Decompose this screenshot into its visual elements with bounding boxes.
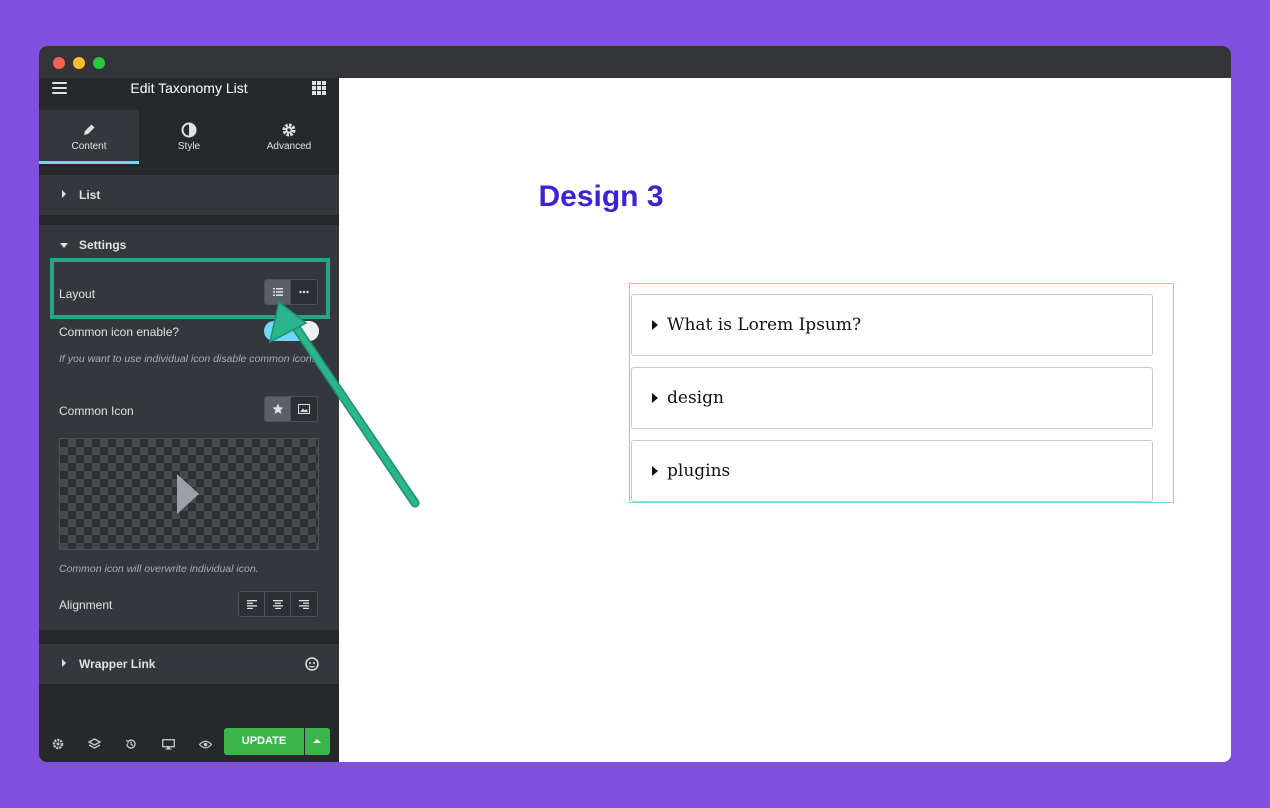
panel-title: Edit Taxonomy List: [130, 80, 248, 96]
gear-icon: [239, 122, 339, 138]
list-item-label: What is Lorem Ipsum?: [667, 315, 862, 335]
panel-header: Edit Taxonomy List: [39, 78, 339, 100]
taxonomy-list-widget[interactable]: What is Lorem Ipsum? design plugins: [629, 283, 1174, 503]
common-icon-toggle[interactable]: Yes: [264, 321, 319, 341]
minimize-window-button[interactable]: [73, 57, 85, 69]
caret-up-icon: [313, 739, 321, 743]
zoom-window-button[interactable]: [93, 57, 105, 69]
tab-content[interactable]: Content: [39, 110, 139, 164]
align-center-button[interactable]: [265, 592, 291, 616]
close-window-button[interactable]: [53, 57, 65, 69]
caret-right-preview-icon: [177, 474, 199, 514]
caret-right-icon: [62, 659, 66, 667]
section-wrapper-link-label: Wrapper Link: [79, 657, 156, 671]
menu-icon[interactable]: [52, 82, 67, 95]
caret-right-icon: [652, 320, 658, 330]
list-item[interactable]: plugins: [631, 440, 1153, 502]
layers-icon[interactable]: [87, 737, 101, 751]
app-window: Edit Taxonomy List Content Style Advance…: [39, 46, 1231, 762]
page-heading: Design 3: [538, 180, 664, 213]
image-icon: [298, 404, 310, 414]
align-right-icon: [299, 599, 309, 609]
icon-note: Common icon will overwrite individual ic…: [59, 563, 259, 575]
toggle-note: If you want to use individual icon disab…: [59, 353, 315, 365]
align-center-icon: [272, 599, 283, 609]
update-button[interactable]: UPDATE: [224, 728, 304, 755]
alignment-button-group: [238, 591, 318, 617]
widgets-grid-icon[interactable]: [312, 81, 326, 95]
section-wrapper-link[interactable]: Wrapper Link: [39, 644, 339, 684]
list-item-label: design: [667, 388, 724, 408]
icon-library-button[interactable]: [265, 397, 291, 421]
preview-eye-icon[interactable]: [198, 737, 212, 751]
tab-advanced-label: Advanced: [266, 141, 312, 152]
tab-content-label: Content: [71, 141, 107, 152]
common-icon-enable-label: Common icon enable?: [59, 325, 180, 339]
star-icon: [272, 403, 283, 414]
pro-badge-icon: [305, 657, 319, 671]
align-right-button[interactable]: [291, 592, 317, 616]
history-icon[interactable]: [124, 737, 138, 751]
list-item[interactable]: What is Lorem Ipsum?: [631, 294, 1153, 356]
panel-footer: UPDATE: [39, 724, 339, 762]
layout-highlight-box: [50, 258, 330, 319]
toggle-knob: [299, 321, 319, 341]
caret-right-icon: [652, 466, 658, 476]
align-left-icon: [246, 599, 257, 609]
settings-gear-icon[interactable]: [51, 737, 65, 751]
section-settings-label: Settings: [79, 238, 127, 252]
tab-style[interactable]: Style: [139, 110, 239, 164]
responsive-icon[interactable]: [161, 737, 175, 751]
icon-preview[interactable]: [59, 438, 319, 550]
contrast-icon: [139, 122, 239, 138]
icon-type-button-group: [264, 396, 318, 422]
align-left-button[interactable]: [239, 592, 265, 616]
alignment-label: Alignment: [59, 598, 113, 612]
caret-right-icon: [652, 393, 658, 403]
common-icon-label: Common Icon: [59, 404, 134, 418]
list-item-label: plugins: [667, 461, 731, 481]
caret-down-icon: [60, 243, 68, 248]
tab-style-label: Style: [177, 141, 201, 152]
pencil-icon: [39, 122, 139, 138]
toggle-text: Yes: [274, 325, 291, 336]
update-options-button[interactable]: [305, 728, 330, 755]
upload-svg-button[interactable]: [291, 397, 317, 421]
list-item[interactable]: design: [631, 367, 1153, 429]
panel-tabs: Content Style Advanced: [39, 110, 339, 164]
tab-advanced[interactable]: Advanced: [239, 110, 339, 164]
window-titlebar: [39, 46, 1231, 78]
